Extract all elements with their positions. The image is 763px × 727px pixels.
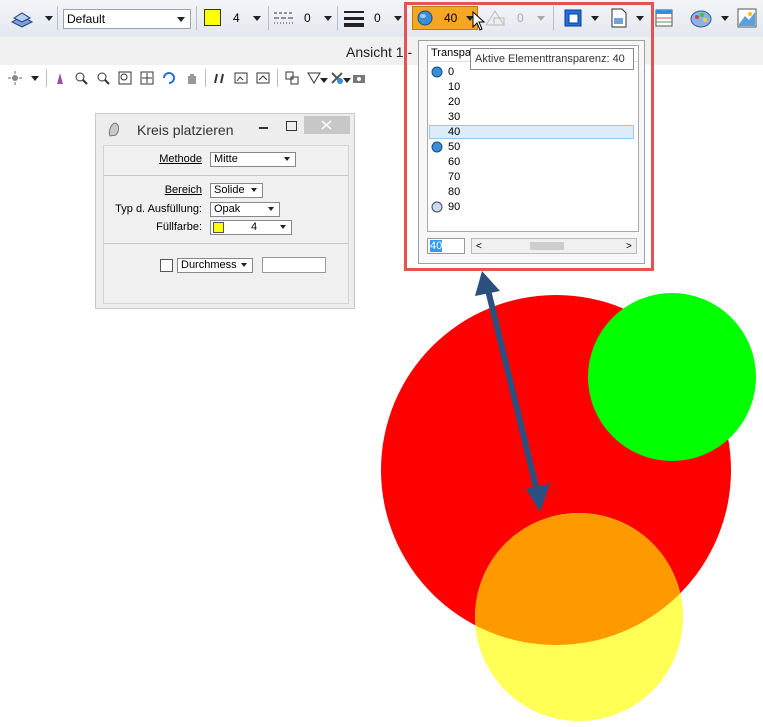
highlight-frame — [404, 2, 654, 271]
green-circle — [588, 293, 756, 461]
